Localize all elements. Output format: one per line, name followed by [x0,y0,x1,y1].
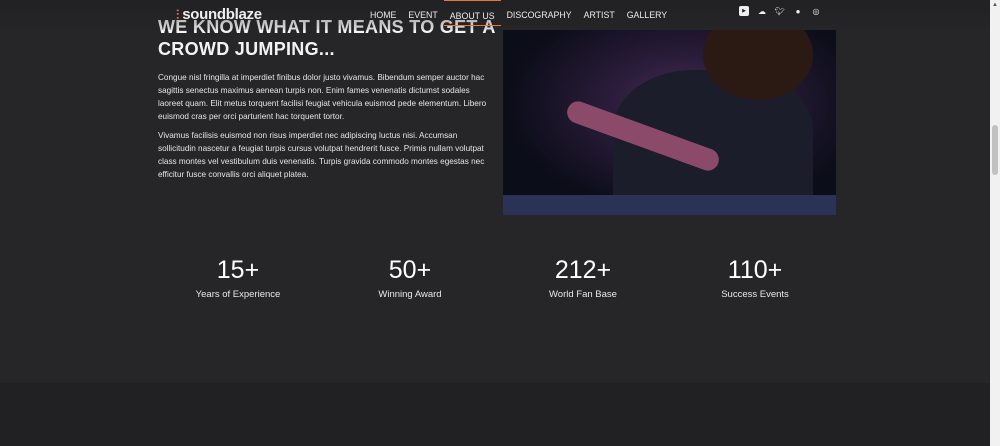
logo[interactable]: ⫶ soundblaze [176,6,262,23]
nav-event[interactable]: EVENT [402,0,443,26]
dj-photo [503,30,836,215]
footer-section [0,383,990,446]
stat-number: 15+ [216,256,260,284]
social-links: ▶ ☁ 🐦︎ ● ◎ [739,6,821,16]
scroll-up-icon[interactable]: ▲ [992,2,998,8]
stat-label: World Fan Base [549,289,617,300]
nav-gallery[interactable]: GALLERY [621,0,673,26]
stat-label: Years of Experience [195,289,281,300]
stat-label: Success Events [721,289,789,300]
stat-years: 15+ Years of Experience [158,256,318,300]
nav-about-us[interactable]: ABOUT US [443,0,501,26]
soundcloud-icon[interactable]: ☁ [757,6,767,16]
stat-awards: 50+ Winning Award [330,256,490,300]
soundwave-icon: ⫶ [176,6,180,22]
scrollbar-thumb[interactable] [992,125,998,175]
stat-number: 50+ [388,256,432,284]
main-nav: HOME EVENT ABOUT US DISCOGRAPHY ARTIST G… [364,0,673,26]
twitter-icon[interactable]: 🐦︎ [775,6,785,16]
stat-fans: 212+ World Fan Base [503,256,663,300]
about-paragraph-2: Vivamus facilisis euismod non risus impe… [158,131,485,179]
spotify-icon[interactable]: ● [793,6,803,16]
youtube-icon[interactable]: ▶ [739,6,749,16]
stat-events: 110+ Success Events [675,256,835,300]
about-paragraph-1: Congue nisl fringilla at imperdiet finib… [158,73,487,121]
stat-label: Winning Award [378,289,442,300]
nav-home[interactable]: HOME [364,0,402,26]
stat-number: 110+ [727,256,783,284]
stat-number: 212+ [554,256,612,284]
nav-discography[interactable]: DISCOGRAPHY [501,0,578,26]
nav-artist[interactable]: ARTIST [578,0,621,26]
scrollbar[interactable]: ▲ [990,0,1000,446]
instagram-icon[interactable]: ◎ [811,6,821,16]
brand-name: soundblaze [182,6,262,23]
site-header: ⫶ soundblaze HOME EVENT ABOUT US DISCOGRA… [0,0,990,30]
about-section: WE KNOW WHAT IT MEANS TO GET A CROWD JUM… [0,0,990,383]
